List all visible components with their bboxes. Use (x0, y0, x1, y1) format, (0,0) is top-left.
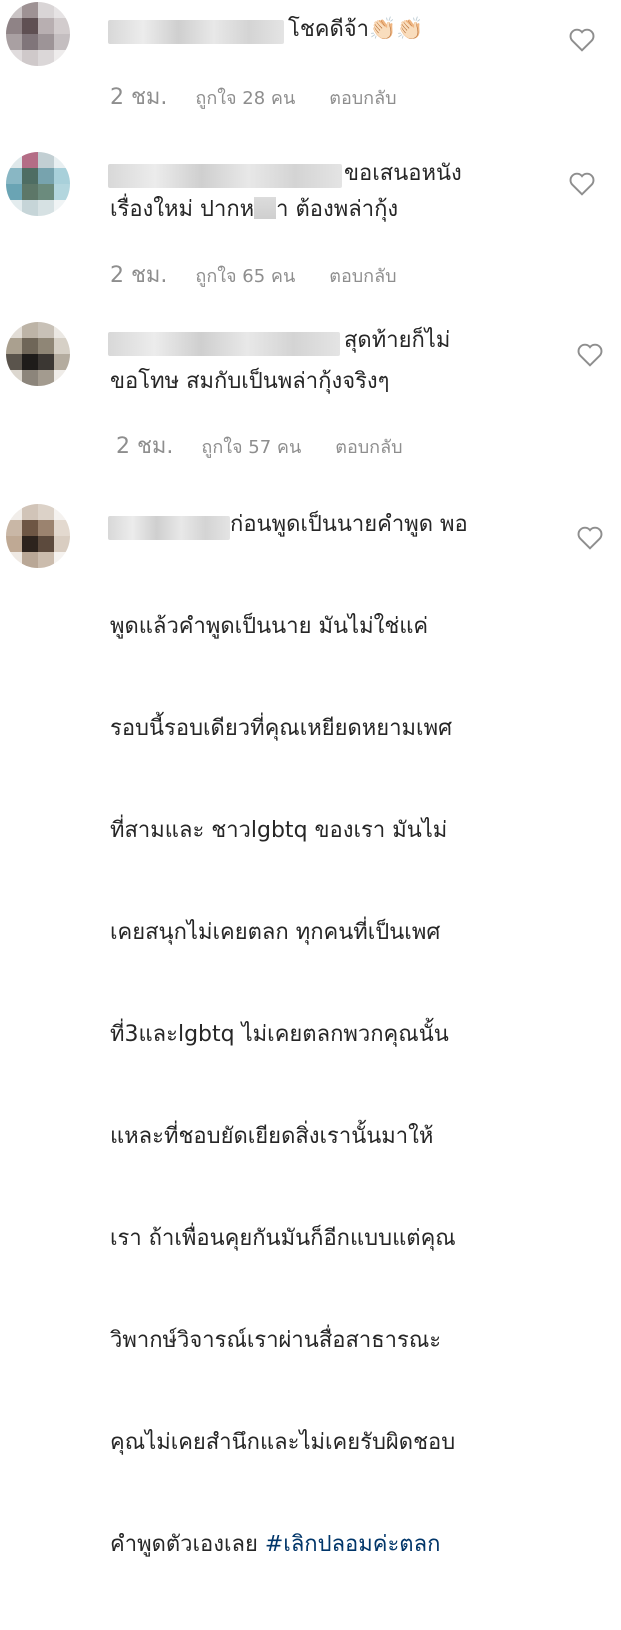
comment-1: โชคดีจ้า👏🏻👏🏻 2 ชม. ถูกใจ 28 คน ตอบกลับ (0, 0, 621, 130)
censored-text (254, 197, 277, 219)
comment-4: ก่อนพูดเป็นนายคำพูด พอ พูดแล้วคำพูดเป็นน… (0, 480, 621, 1557)
comment-text-body: พูดแล้วคำพูดเป็นนาย มันไม่ใช่แค่ รอบนี้ร… (110, 542, 456, 1630)
avatar[interactable] (6, 152, 70, 216)
comment-2: ขอเสนอหนัง เรื่องใหม่ ปากหา ต้องพล่ากุ้ง… (0, 130, 621, 300)
heart-outline-icon[interactable] (577, 526, 603, 550)
comment-meta: 2 ชม. ถูกใจ 57 คน ตอบกลับ (116, 428, 403, 463)
comment-line: คุณไม่เคยสำนึกและไม่เคยรับผิดชอบ (110, 1430, 456, 1455)
heart-outline-icon[interactable] (569, 28, 595, 52)
username-blurred[interactable] (108, 164, 342, 188)
comment-time: 2 ชม. (116, 434, 174, 459)
likes-count[interactable]: ถูกใจ 57 คน (201, 437, 301, 458)
comment-text: ก่อนพูดเป็นนายคำพูด พอ (230, 512, 468, 537)
comment-3: สุดท้ายก็ไม่ ขอโทษ สมกับเป็นพล่ากุ้งจริง… (0, 300, 621, 480)
comment-line: รอบนี้รอบเดียวที่คุณเหยียดหยามเพศ (110, 716, 453, 741)
username-blurred[interactable] (108, 332, 340, 356)
avatar[interactable] (6, 504, 70, 568)
comment-text-line2: เรื่องใหม่ ปากหา ต้องพล่ากุ้ง (110, 197, 399, 222)
comment-line: คำพูดตัวเองเลย #เลิกปลอมค่ะตลก (110, 1532, 441, 1557)
comment-line: วิพากษ์วิจารณ์เราผ่านสื่อสาธารณะ (110, 1328, 442, 1353)
comment-line: เรา ถ้าเพื่อนคุยกันมันก็อีกแบบแต่คุณ (110, 1226, 456, 1251)
reply-button[interactable]: ตอบกลับ (329, 88, 396, 109)
avatar[interactable] (6, 322, 70, 386)
reply-button[interactable]: ตอบกลับ (329, 266, 396, 287)
reply-button[interactable]: ตอบกลับ (335, 437, 402, 458)
username-blurred[interactable] (108, 516, 230, 540)
likes-count[interactable]: ถูกใจ 28 คน (195, 88, 295, 109)
hashtag-link[interactable]: #เลิกปลอมค่ะตลก (265, 1532, 441, 1557)
comment-time: 2 ชม. (110, 85, 168, 110)
heart-outline-icon[interactable] (577, 343, 603, 367)
comment-text: โชคดีจ้า👏🏻👏🏻 (288, 17, 424, 42)
comment-time: 2 ชม. (110, 263, 168, 288)
comment-text: ขอเสนอหนัง (344, 161, 462, 186)
comment-line: เคยสนุกไม่เคยตลก ทุกคนที่เป็นเพศ (110, 920, 441, 945)
comment-line: ที่สามและ ชาวlgbtq ของเรา มันไม่ (110, 818, 448, 843)
avatar[interactable] (6, 2, 70, 66)
comment-meta: 2 ชม. ถูกใจ 28 คน ตอบกลับ (110, 79, 397, 114)
comment-text-line2: ขอโทษ สมกับเป็นพล่ากุ้งจริงๆ (110, 369, 390, 394)
likes-count[interactable]: ถูกใจ 65 คน (195, 266, 295, 287)
comment-meta: 2 ชม. ถูกใจ 65 คน ตอบกลับ (110, 257, 397, 292)
heart-outline-icon[interactable] (569, 172, 595, 196)
comment-line: ที่3และlgbtq ไม่เคยตลกพวกคุณนั้น (110, 1022, 449, 1047)
username-blurred[interactable] (108, 20, 284, 44)
comment-text: สุดท้ายก็ไม่ (344, 328, 451, 353)
comment-line: พูดแล้วคำพูดเป็นนาย มันไม่ใช่แค่ (110, 614, 429, 639)
comment-line: แหละที่ชอบยัดเยียดสิ่งเรานั้นมาให้ (110, 1124, 434, 1149)
